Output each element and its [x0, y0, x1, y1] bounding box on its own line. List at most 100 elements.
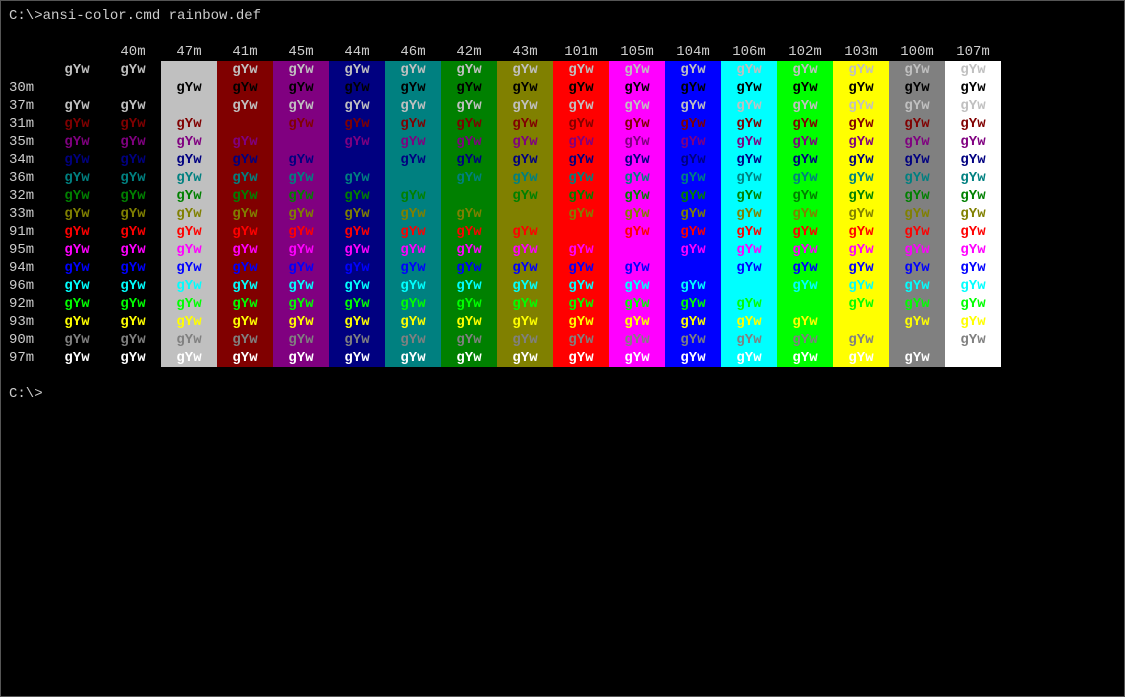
cell-93m-45m: gYw [273, 313, 329, 331]
cell-97m-45m: gYw [273, 349, 329, 367]
cell-91m-42m: gYw [441, 223, 497, 241]
cell-33m-47m: gYw [161, 205, 217, 223]
cell-34m-102m: gYw [777, 151, 833, 169]
sample-text: gYw [288, 134, 313, 150]
sample-text: gYw [400, 170, 425, 186]
cell-30m-104m: gYw [665, 79, 721, 97]
cell-91m-101m: gYw [553, 223, 609, 241]
sample-text: gYw [960, 206, 985, 222]
cell-32m-43m: gYw [497, 187, 553, 205]
fg-row-none: gYwgYwgYwgYwgYwgYwgYwgYwgYwgYwgYwgYwgYwg… [9, 61, 1116, 79]
cell-30m-101m: gYw [553, 79, 609, 97]
sample-text: gYw [848, 296, 873, 312]
sample-text: gYw [120, 80, 145, 96]
cell-34m-46m: gYw [385, 151, 441, 169]
sample-text: gYw [680, 278, 705, 294]
fg-row-37m: 37mgYwgYwgYwgYwgYwgYwgYwgYwgYwgYwgYwgYwg… [9, 97, 1116, 115]
ansi-color-matrix: 40m47m41m45m44m46m42m43m101m105m104m106m… [9, 43, 1116, 367]
sample-text: gYw [64, 134, 89, 150]
sample-text: gYw [288, 62, 313, 78]
cell-91m-47m: gYw [161, 223, 217, 241]
cell-37m-46m: gYw [385, 97, 441, 115]
cell-96m-45m: gYw [273, 277, 329, 295]
cell-94m-107m: gYw [945, 259, 1001, 277]
cell-96m-43m: gYw [497, 277, 553, 295]
sample-text: gYw [344, 134, 369, 150]
cell-33m-42m: gYw [441, 205, 497, 223]
cell-35m-42m: gYw [441, 133, 497, 151]
sample-text: gYw [288, 188, 313, 204]
sample-text: gYw [64, 296, 89, 312]
sample-text: gYw [624, 278, 649, 294]
sample-text: gYw [64, 98, 89, 114]
sample-text: gYw [736, 80, 761, 96]
cell-90m-100m: gYw [889, 331, 945, 349]
sample-text: gYw [120, 188, 145, 204]
cell-35m-45m: gYw [273, 133, 329, 151]
sample-text: gYw [904, 242, 929, 258]
bg-header-106m: 106m [721, 43, 777, 61]
cell-35m-none: gYw [49, 133, 105, 151]
sample-text: gYw [176, 62, 201, 78]
sample-text: gYw [176, 170, 201, 186]
cell-none-44m: gYw [329, 61, 385, 79]
sample-text: gYw [736, 260, 761, 276]
cell-34m-41m: gYw [217, 151, 273, 169]
sample-text: gYw [624, 314, 649, 330]
sample-text: gYw [456, 134, 481, 150]
fg-row-94m: 94mgYwgYwgYwgYwgYwgYwgYwgYwgYwgYwgYwgYwg… [9, 259, 1116, 277]
cell-97m-41m: gYw [217, 349, 273, 367]
sample-text: gYw [624, 134, 649, 150]
sample-text: gYw [120, 260, 145, 276]
sample-text: gYw [400, 80, 425, 96]
header-row: 40m47m41m45m44m46m42m43m101m105m104m106m… [9, 43, 1116, 61]
fg-label-97m: 97m [9, 349, 49, 367]
cell-33m-41m: gYw [217, 205, 273, 223]
cell-93m-102m: gYw [777, 313, 833, 331]
cell-91m-none: gYw [49, 223, 105, 241]
cell-93m-42m: gYw [441, 313, 497, 331]
cell-97m-107m: gYw [945, 349, 1001, 367]
cell-94m-41m: gYw [217, 259, 273, 277]
sample-text: gYw [64, 188, 89, 204]
sample-text: gYw [512, 62, 537, 78]
sample-text: gYw [568, 350, 593, 366]
sample-text: gYw [568, 242, 593, 258]
sample-text: gYw [792, 62, 817, 78]
sample-text: gYw [232, 134, 257, 150]
cell-91m-46m: gYw [385, 223, 441, 241]
cell-95m-102m: gYw [777, 241, 833, 259]
cell-31m-none: gYw [49, 115, 105, 133]
sample-text: gYw [568, 116, 593, 132]
cell-90m-40m: gYw [105, 331, 161, 349]
cell-92m-101m: gYw [553, 295, 609, 313]
cell-31m-40m: gYw [105, 115, 161, 133]
cell-96m-105m: gYw [609, 277, 665, 295]
sample-text: gYw [344, 350, 369, 366]
sample-text: gYw [848, 206, 873, 222]
cell-36m-100m: gYw [889, 169, 945, 187]
cell-35m-102m: gYw [777, 133, 833, 151]
sample-text: gYw [792, 314, 817, 330]
cell-36m-103m: gYw [833, 169, 889, 187]
sample-text: gYw [904, 332, 929, 348]
cell-33m-100m: gYw [889, 205, 945, 223]
sample-text: gYw [568, 188, 593, 204]
prompt[interactable]: C:\> [9, 385, 1116, 403]
sample-text: gYw [288, 80, 313, 96]
cell-33m-103m: gYw [833, 205, 889, 223]
cell-95m-106m: gYw [721, 241, 777, 259]
sample-text: gYw [680, 188, 705, 204]
cell-90m-none: gYw [49, 331, 105, 349]
cell-none-102m: gYw [777, 61, 833, 79]
sample-text: gYw [456, 314, 481, 330]
sample-text: gYw [848, 314, 873, 330]
sample-text: gYw [232, 152, 257, 168]
sample-text: gYw [792, 152, 817, 168]
sample-text: gYw [904, 314, 929, 330]
cell-30m-40m: gYw [105, 79, 161, 97]
cell-92m-45m: gYw [273, 295, 329, 313]
sample-text: gYw [904, 98, 929, 114]
sample-text: gYw [512, 188, 537, 204]
sample-text: gYw [680, 134, 705, 150]
